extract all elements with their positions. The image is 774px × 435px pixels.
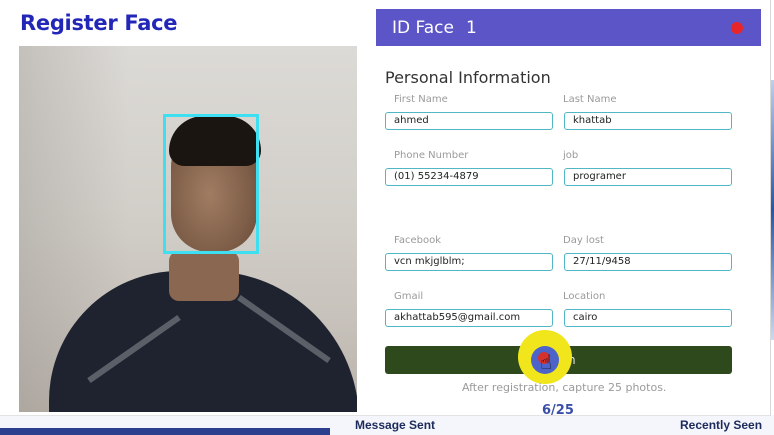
id-face-label: ID Face xyxy=(392,18,454,38)
window-title: Register Face xyxy=(20,11,178,35)
gmail-input[interactable]: akhattab595@gmail.com xyxy=(385,309,553,327)
day-lost-label: Day lost xyxy=(563,235,604,246)
background-window-text-right: Recently Seen xyxy=(680,418,763,432)
facebook-input[interactable]: vcn mkjglblm; xyxy=(385,253,553,271)
capture-hint: After registration, capture 25 photos. xyxy=(462,381,667,394)
phone-number-input[interactable]: (01) 55234-4879 xyxy=(385,168,553,186)
id-face-bar: ID Face 1 xyxy=(376,9,761,46)
first-name-label: First Name xyxy=(394,94,448,105)
job-input[interactable]: programer xyxy=(564,168,732,186)
capture-counter: 6/25 xyxy=(542,403,574,418)
person-neck xyxy=(169,251,239,301)
hand-pointer-icon: ☝ xyxy=(540,350,553,374)
face-detection-box xyxy=(163,114,259,254)
record-indicator-icon xyxy=(731,22,743,34)
location-input[interactable]: cairo xyxy=(564,309,732,327)
day-lost-input[interactable]: 27/11/9458 xyxy=(564,253,732,271)
section-title: Personal Information xyxy=(385,68,551,87)
facebook-label: Facebook xyxy=(394,235,441,246)
gmail-label: Gmail xyxy=(394,291,424,302)
phone-number-label: Phone Number xyxy=(394,150,469,161)
background-window-text-left: Message Sent xyxy=(355,418,436,432)
last-name-input[interactable]: khattab xyxy=(564,112,732,130)
first-name-input[interactable]: ahmed xyxy=(385,112,553,130)
background-window-bar xyxy=(0,428,330,435)
location-label: Location xyxy=(563,291,606,302)
job-label: job xyxy=(563,150,579,161)
last-name-label: Last Name xyxy=(563,94,617,105)
id-face-value: 1 xyxy=(466,18,477,38)
camera-preview xyxy=(19,46,357,412)
